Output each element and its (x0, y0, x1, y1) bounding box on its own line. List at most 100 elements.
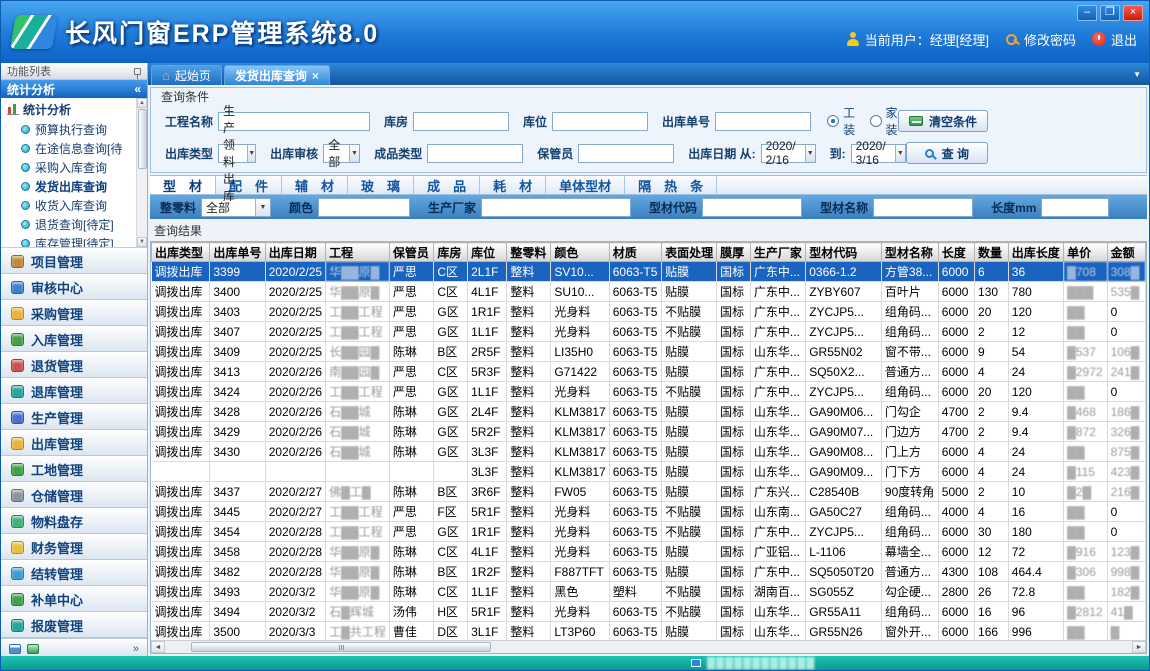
material-tab[interactable]: 型 材 (150, 176, 216, 194)
column-header[interactable]: 整零料 (507, 243, 551, 262)
material-tab[interactable]: 辅 材 (282, 176, 348, 194)
column-header[interactable]: 颜色 (551, 243, 609, 262)
close-button[interactable]: × (1123, 5, 1143, 21)
scroll-up-icon[interactable]: ▲ (137, 98, 147, 108)
column-header[interactable]: 型材名称 (881, 243, 938, 262)
date-from-picker[interactable]: 2020/ 2/16 ▼ (761, 144, 816, 163)
sidebar-menu-item[interactable]: 出库管理 (1, 430, 147, 456)
column-header[interactable]: 表面处理 (662, 243, 717, 262)
sidebar-menu-item[interactable]: 财务管理 (1, 534, 147, 560)
column-header[interactable]: 生产厂家 (750, 243, 805, 262)
table-row[interactable]: 调拨出库35002020/3/3工▓共工程曹佳D区3L1F整料LT3P60606… (152, 622, 1146, 641)
table-row[interactable]: 调拨出库34002020/2/25华▓▓原▓严思C区4L1F整料SU10...6… (152, 282, 1146, 302)
more-chevron-icon[interactable]: » (133, 643, 139, 655)
column-header[interactable]: 保管员 (389, 243, 434, 262)
column-header[interactable]: 出库日期 (265, 243, 325, 262)
sidebar-menu-item[interactable]: 项目管理 (1, 248, 147, 274)
material-tab[interactable]: 耗 材 (480, 176, 546, 194)
tree-item[interactable]: 收货入库查询 (7, 196, 135, 215)
column-header[interactable]: 单价 (1064, 243, 1108, 262)
scroll-down-icon[interactable]: ▼ (137, 237, 147, 247)
maker-input[interactable] (481, 198, 631, 217)
material-tab[interactable]: 隔 热 条 (625, 176, 717, 194)
column-header[interactable]: 工程 (326, 243, 390, 262)
keeper-input[interactable] (578, 144, 674, 163)
tree-item[interactable]: 在途信息查询[待 (7, 139, 135, 158)
sidebar-menu-item[interactable]: 退货管理 (1, 352, 147, 378)
material-tab[interactable]: 成 品 (414, 176, 480, 194)
table-row[interactable]: 调拨出库33992020/2/25华▓▓原▓严思C区2L1F整料SV10...6… (152, 262, 1146, 282)
sidebar-menu-item[interactable]: 结转管理 (1, 560, 147, 586)
column-header[interactable]: 金额 (1107, 243, 1145, 262)
sidebar-menu-item[interactable]: 工地管理 (1, 456, 147, 482)
length-input[interactable] (1041, 198, 1109, 217)
column-header[interactable]: 型材代码 (806, 243, 882, 262)
table-row[interactable]: 调拨出库34132020/2/26南▓▓园▓严思C区5R3F整料G7142260… (152, 362, 1146, 382)
table-row[interactable]: 调拨出库34932020/3/2华▓▓原▓陈琳C区1L1F整料黑色塑料不贴膜国标… (152, 582, 1146, 602)
table-row[interactable]: 调拨出库34092020/2/25长▓▓园▓陈琳B区2R5F整料LI35H060… (152, 342, 1146, 362)
order-no-input[interactable] (715, 112, 811, 131)
sidebar-menu-item[interactable]: 生产管理 (1, 404, 147, 430)
outbound-type-select[interactable]: 生产领料出库 ▼ (218, 144, 256, 163)
color-input[interactable] (318, 198, 410, 217)
column-header[interactable]: 出库单号 (210, 243, 265, 262)
sidebar-menu-item[interactable]: 补单中心 (1, 586, 147, 612)
column-header[interactable]: 库位 (468, 243, 507, 262)
logout-button[interactable]: 退出 (1092, 30, 1137, 49)
table-row[interactable]: 调拨出库34822020/2/28华▓▓原▓陈琳B区1R2F整料F887TFT6… (152, 562, 1146, 582)
sidebar-menu-item[interactable]: 物料盘存 (1, 508, 147, 534)
tree-root[interactable]: 统计分析 (7, 101, 135, 118)
profile-name-input[interactable] (873, 198, 973, 217)
tree-item[interactable]: 采购入库查询 (7, 158, 135, 177)
maximize-button[interactable]: ❐ (1100, 5, 1120, 21)
column-header[interactable]: 出库长度 (1008, 243, 1063, 262)
sidebar-menu-item[interactable]: 审核中心 (1, 274, 147, 300)
tab-shipment-outbound-query[interactable]: 发货出库查询 × (224, 65, 330, 85)
tree-item[interactable]: 退货查询[待定] (7, 215, 135, 234)
location-input[interactable] (552, 112, 648, 131)
tab-list-dropdown-icon[interactable]: ▼ (1133, 70, 1141, 79)
sidebar-menu-item[interactable]: 仓储管理 (1, 482, 147, 508)
outbound-audit-select[interactable]: 全部 ▼ (323, 144, 360, 163)
table-row[interactable]: 调拨出库34452020/2/27工▓▓工程严思F区5R1F整料光身料6063-… (152, 502, 1146, 522)
table-row[interactable]: 调拨出库34242020/2/26工▓▓工程严思G区1L1F整料光身料6063-… (152, 382, 1146, 402)
horizontal-scrollbar[interactable]: ◄ ► (151, 640, 1146, 653)
table-row[interactable]: 调拨出库34372020/2/27佛▓工▓陈琳B区3R6F整料FW056063-… (152, 482, 1146, 502)
column-header[interactable]: 数量 (975, 243, 1009, 262)
collapse-icon[interactable]: « (134, 82, 141, 96)
minimize-button[interactable]: – (1077, 5, 1097, 21)
scrollbar-thumb[interactable] (191, 642, 491, 652)
table-row[interactable]: 调拨出库34942020/3/2石▓辉城汤伟H区5R1F整料光身料6063-T5… (152, 602, 1146, 622)
tab-home[interactable]: ⌂ 起始页 (151, 65, 222, 85)
radio-gongzhuang[interactable] (827, 115, 839, 127)
column-header[interactable]: 膜厚 (717, 243, 751, 262)
profile-code-input[interactable] (702, 198, 802, 217)
scrollbar-thumb[interactable] (138, 109, 147, 169)
table-row[interactable]: 调拨出库34282020/2/26石▓▓城陈琳G区2L4F整料KLM381760… (152, 402, 1146, 422)
sidebar-menu-item[interactable]: 退库管理 (1, 378, 147, 404)
tree-item[interactable]: 预算执行查询 (7, 120, 135, 139)
table-row[interactable]: 调拨出库34292020/2/26石▓▓城陈琳G区5R2F整料KLM381760… (152, 422, 1146, 442)
sidebar-menu-item[interactable]: 入库管理 (1, 326, 147, 352)
material-tab[interactable]: 单体型材 (546, 176, 625, 194)
table-row[interactable]: 调拨出库34302020/2/26石▓▓城陈琳G区3L3F整料KLM381760… (152, 442, 1146, 462)
product-type-input[interactable] (427, 144, 523, 163)
calendar-icon[interactable] (9, 644, 21, 654)
tree-item[interactable]: 发货出库查询 (7, 177, 135, 196)
warehouse-input[interactable] (413, 112, 509, 131)
tree-item[interactable]: 库存管理[待定] (7, 234, 135, 248)
column-header[interactable]: 材质 (609, 243, 661, 262)
radio-jiazhuang[interactable] (870, 115, 882, 127)
date-to-picker[interactable]: 2020/ 3/16 ▼ (851, 144, 906, 163)
table-row[interactable]: 调拨出库34072020/2/25工▓▓工程严思G区1L1F整料光身料6063-… (152, 322, 1146, 342)
column-header[interactable]: 出库类型 (152, 243, 210, 262)
monitor-icon[interactable] (27, 644, 39, 654)
search-button[interactable]: 查 询 (906, 142, 988, 164)
clear-conditions-button[interactable]: 清空条件 (898, 110, 988, 132)
table-row[interactable]: 调拨出库34582020/2/28华▓▓原▓陈琳C区4L1F整料光身料6063-… (152, 542, 1146, 562)
column-header[interactable]: 长度 (938, 243, 974, 262)
sidebar-menu-item[interactable]: 报废管理 (1, 612, 147, 638)
table-row[interactable]: 调拨出库34032020/2/25工▓▓工程严思G区1R1F整料光身料6063-… (152, 302, 1146, 322)
table-row[interactable]: 3L3F整料KLM38176063-T5贴膜国标山东华...GA90M09...… (152, 462, 1146, 482)
sidebar-menu-item[interactable]: 采购管理 (1, 300, 147, 326)
